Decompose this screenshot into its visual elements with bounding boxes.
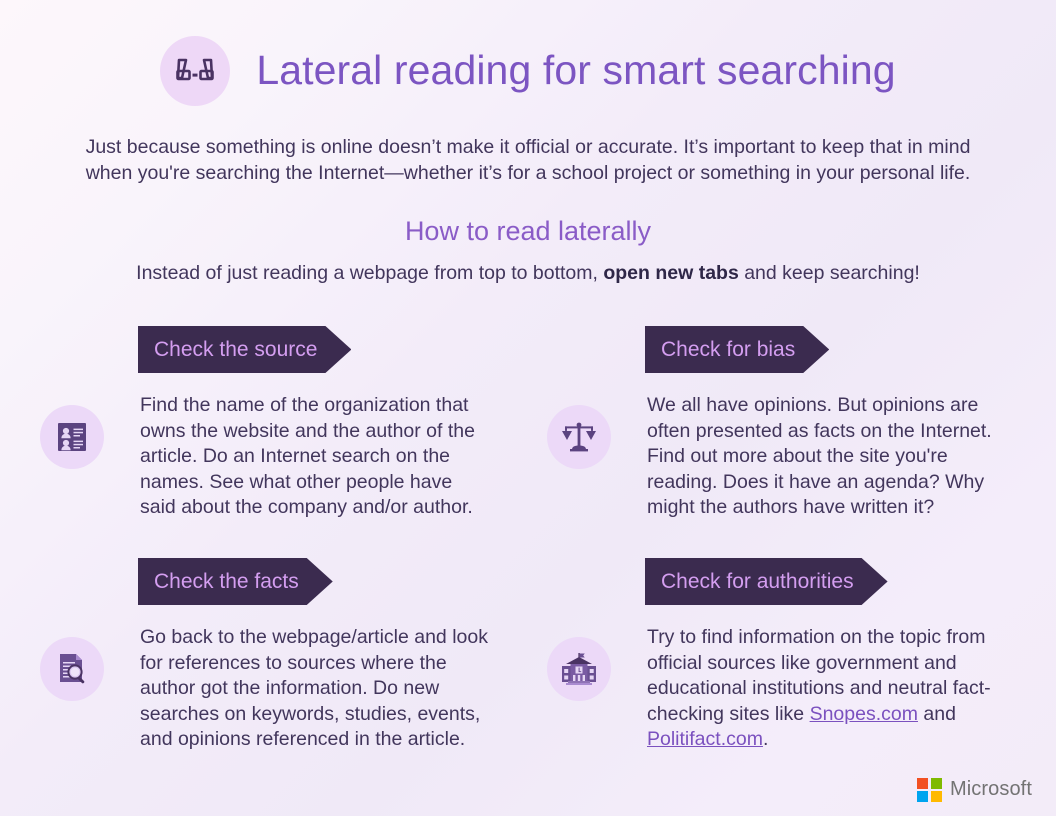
card-body: Go back to the webpage/article and look … [38,619,488,753]
card-check-the-source: Check the source Find the name of the or… [38,326,488,521]
infographic-page: Lateral reading for smart searching Just… [0,0,1056,816]
logo-square-red [917,777,929,789]
intro-line-1: Just because something is online doesn’t… [85,136,971,158]
contact-list-icon [40,405,104,469]
card-text-after: . [762,728,769,750]
cards-grid: Check the source Find the name of the or… [0,326,1056,776]
card-banner: Check for authorities [645,558,888,605]
card-body: We all have opinions. But opinions are o… [545,387,995,521]
document-search-icon [40,637,104,701]
card-text: Find the name of the organization that o… [140,394,475,518]
section-subtitle: Instead of just reading a webpage from t… [0,260,1056,286]
card-body: Find the name of the organization that o… [38,387,488,521]
balance-scales-icon [547,405,611,469]
page-title: Lateral reading for smart searching [256,47,896,94]
glasses-icon [160,36,231,106]
intro-line-2: when you're searching the Internet—wheth… [85,162,971,184]
card-text: Go back to the webpage/article and look … [140,626,488,750]
header: Lateral reading for smart searching [0,36,1056,106]
intro-paragraph: Just because something is online doesn’t… [0,134,1056,186]
microsoft-wordmark: Microsoft [949,778,1032,801]
government-building-icon [547,637,611,701]
logo-square-yellow [930,791,942,802]
section-sub-before: Instead of just reading a webpage from t… [136,262,604,284]
card-text-middle: and [917,702,956,725]
card-check-for-authorities: Check for authorities Try to find inform… [545,558,995,753]
section-sub-bold: open new tabs [603,262,739,284]
card-banner: Check for bias [645,326,829,373]
section-sub-after: and keep searching! [738,262,920,284]
logo-square-blue [917,791,929,802]
section-heading: How to read laterally [404,216,652,246]
microsoft-logo: Microsoft [917,777,1032,802]
card-check-the-facts: Check the facts Go back to the webpage/a… [38,558,488,753]
card-banner: Check the source [138,326,351,373]
card-text: Try to find information on the topic fro… [647,619,995,753]
link-snopes[interactable]: Snopes.com [810,703,918,725]
card-banner: Check the facts [138,558,333,605]
logo-square-green [930,777,942,789]
microsoft-logo-icon [917,777,942,802]
card-text: We all have opinions. But opinions are o… [647,394,992,518]
card-check-for-bias: Check for bias We all have opinions. But… [545,326,995,521]
card-body: Try to find information on the topic fro… [545,619,995,753]
link-politifact[interactable]: Politifact.com [647,728,763,750]
